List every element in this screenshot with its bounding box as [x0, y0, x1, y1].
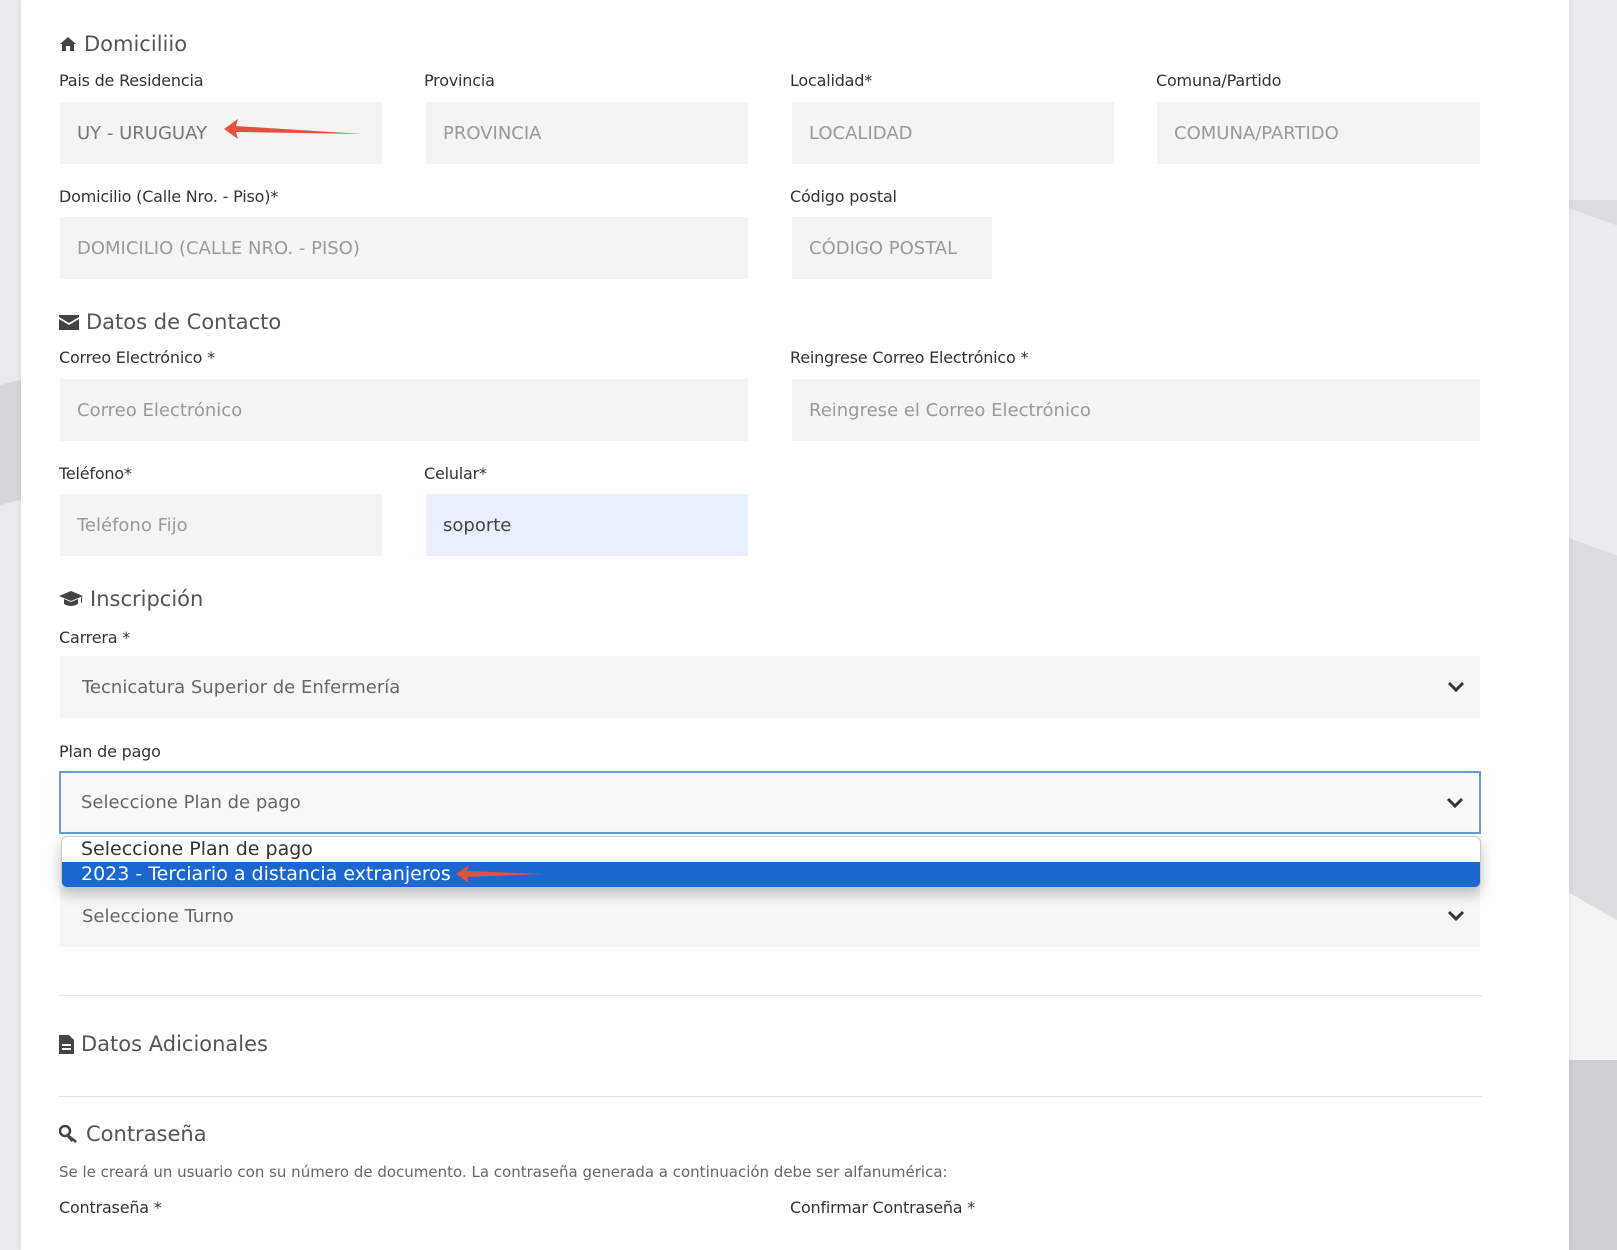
carrera-selected-value: Tecnicatura Superior de Enfermería	[82, 676, 401, 698]
label-reingrese-correo: Reingrese Correo Electrónico *	[790, 348, 1029, 367]
correo-field[interactable]: Correo Electrónico	[60, 379, 748, 441]
comuna-field[interactable]: COMUNA/PARTIDO	[1157, 102, 1480, 164]
key-icon	[59, 1125, 77, 1143]
localidad-placeholder: LOCALIDAD	[809, 122, 913, 144]
label-correo: Correo Electrónico *	[59, 348, 215, 367]
carrera-select[interactable]: Tecnicatura Superior de Enfermería	[60, 656, 1480, 718]
turno-selected-value: Seleccione Turno	[82, 905, 234, 927]
label-celular: Celular*	[424, 464, 487, 483]
dropdown-option[interactable]: Seleccione Plan de pago	[62, 837, 1480, 862]
codigo-postal-field[interactable]: CÓDIGO POSTAL	[792, 217, 992, 279]
graduation-cap-icon	[59, 591, 83, 606]
plan-de-pago-select[interactable]: Seleccione Plan de pago	[59, 771, 1481, 834]
pais-value: UY - URUGUAY	[77, 122, 207, 144]
label-confirmar-contrasena: Confirmar Contraseña *	[790, 1198, 976, 1217]
section-title-contrasena: Contraseña	[59, 1122, 207, 1146]
celular-field[interactable]: soporte	[426, 494, 748, 556]
section-title-domicilio: Domiciliio	[59, 32, 187, 56]
annotation-arrow	[456, 865, 544, 883]
envelope-icon	[59, 314, 79, 330]
localidad-field[interactable]: LOCALIDAD	[792, 102, 1114, 164]
label-comuna: Comuna/Partido	[1156, 71, 1282, 90]
section-title-text: Datos Adicionales	[81, 1032, 269, 1056]
password-help-text: Se le creará un usuario con su número de…	[59, 1163, 948, 1181]
provincia-field[interactable]: PROVINCIA	[426, 102, 748, 164]
section-divider	[59, 995, 1482, 996]
plan-selected-value: Seleccione Plan de pago	[81, 792, 301, 813]
section-title-text: Contraseña	[86, 1122, 207, 1146]
codigo-postal-placeholder: CÓDIGO POSTAL	[809, 237, 958, 259]
comuna-placeholder: COMUNA/PARTIDO	[1174, 122, 1339, 144]
label-domicilio: Domicilio (Calle Nro. - Piso)*	[59, 187, 279, 206]
dropdown-option-highlighted[interactable]: 2023 - Terciario a distancia extranjeros	[62, 862, 1480, 887]
section-title-text: Domiciliio	[84, 32, 188, 56]
plan-de-pago-dropdown-list: Seleccione Plan de pago 2023 - Terciario…	[61, 836, 1481, 888]
label-pais: Pais de Residencia	[59, 71, 204, 90]
turno-select[interactable]: Seleccione Turno	[60, 885, 1480, 947]
telefono-placeholder: Teléfono Fijo	[77, 514, 188, 536]
correo-placeholder: Correo Electrónico	[77, 399, 243, 421]
celular-value: soporte	[443, 514, 512, 536]
section-title-text: Inscripción	[90, 587, 204, 611]
section-title-inscripcion: Inscripción	[59, 587, 203, 611]
label-telefono: Teléfono*	[59, 464, 132, 483]
section-title-text: Datos de Contacto	[86, 310, 282, 334]
chevron-down-icon	[1446, 910, 1466, 922]
reingrese-correo-field[interactable]: Reingrese el Correo Electrónico	[792, 379, 1480, 441]
label-codigo-postal: Código postal	[790, 187, 897, 206]
label-localidad: Localidad*	[790, 71, 873, 90]
label-plan-de-pago: Plan de pago	[59, 742, 161, 761]
section-title-adicionales: Datos Adicionales	[59, 1032, 268, 1056]
chevron-down-icon	[1446, 681, 1466, 693]
chevron-down-icon	[1445, 797, 1465, 809]
label-provincia: Provincia	[424, 71, 495, 90]
annotation-arrow	[224, 119, 362, 139]
telefono-field[interactable]: Teléfono Fijo	[60, 494, 382, 556]
label-contrasena: Contraseña *	[59, 1198, 162, 1217]
domicilio-field[interactable]: DOMICILIO (CALLE NRO. - PISO)	[60, 217, 748, 279]
label-carrera: Carrera *	[59, 628, 131, 647]
section-divider	[59, 1096, 1482, 1097]
reingrese-correo-placeholder: Reingrese el Correo Electrónico	[809, 399, 1091, 421]
provincia-placeholder: PROVINCIA	[443, 122, 542, 144]
home-icon	[60, 37, 76, 51]
domicilio-placeholder: DOMICILIO (CALLE NRO. - PISO)	[77, 237, 360, 259]
section-title-contacto: Datos de Contacto	[59, 310, 281, 334]
document-icon	[59, 1034, 74, 1054]
